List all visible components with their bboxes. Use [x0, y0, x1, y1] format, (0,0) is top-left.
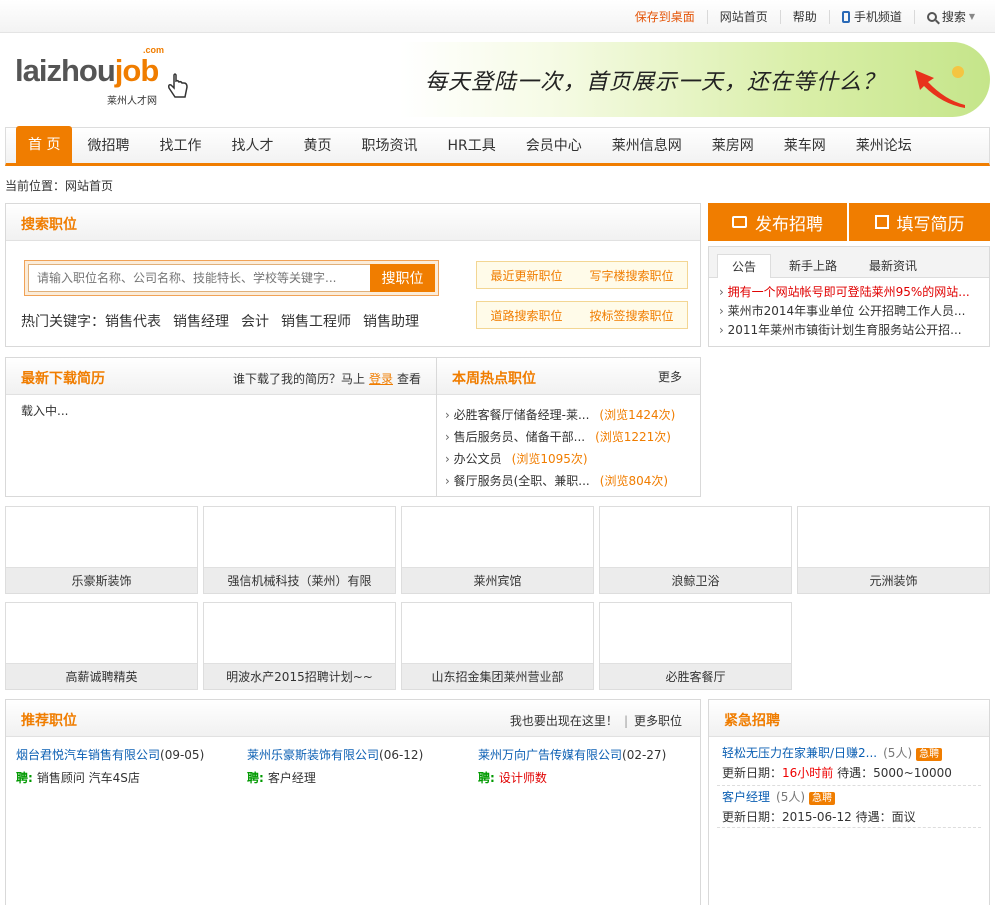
- company-tile[interactable]: 高薪诚聘精英: [5, 602, 198, 690]
- notice-item[interactable]: 2011年莱州市镇街计划生育服务站公开招...: [719, 321, 970, 340]
- main-nav: 首 页 微招聘 找工作 找人才 黄页 职场资讯 HR工具 会员中心 莱州信息网 …: [5, 125, 990, 166]
- phone-icon: [841, 11, 850, 23]
- site-home-link[interactable]: 网站首页: [706, 10, 780, 24]
- company-tile[interactable]: 必胜客餐厅: [599, 602, 792, 690]
- notice-item[interactable]: 莱州市2014年事业单位 公开招聘工作人员...: [719, 302, 970, 321]
- hot-job-item[interactable]: 办公文员(浏览1095次): [445, 448, 675, 470]
- breadcrumb: 当前位置：网站首页: [5, 179, 114, 193]
- nav-item-cars[interactable]: 莱车网: [769, 127, 841, 165]
- resume-downloads-panel: 最新下载简历 谁下载了我的简历？马上 登录 查看 载入中...: [5, 357, 437, 497]
- urgent-job-item: 轻松无压力在家兼职/日赚2... (5人) 急聘 更新日期：16小时前 待遇：500…: [722, 746, 952, 780]
- nav-item-hr-tools[interactable]: HR工具: [432, 127, 510, 165]
- loading-text: 载入中...: [21, 404, 69, 418]
- company-tile[interactable]: 明波水产2015招聘计划~~: [203, 602, 396, 690]
- recommended-company: 烟台君悦汽车销售有限公司(09-05) 聘: 销售顾问 汽车4S店: [16, 748, 205, 785]
- hot-jobs-more-link[interactable]: 更多: [658, 368, 682, 385]
- company-tile[interactable]: 浪鲸卫浴: [599, 506, 792, 594]
- nav-item-yellow-pages[interactable]: 黄页: [288, 127, 346, 165]
- search-panel-title: 搜索职位: [21, 217, 77, 233]
- search-icon: [926, 12, 937, 22]
- nav-item-career-news[interactable]: 职场资讯: [346, 127, 432, 165]
- nav-item-find-job[interactable]: 找工作: [144, 127, 216, 165]
- company-tile[interactable]: 强信机械科技（莱州）有限: [203, 506, 396, 594]
- urgent-hiring-panel: 紧急招聘 轻松无压力在家兼职/日赚2... (5人) 急聘 更新日期：16小时前 待…: [708, 699, 990, 905]
- recommended-jobs-title: 推荐职位: [21, 713, 77, 729]
- nav-item-wechat-jobs[interactable]: 微招聘: [72, 127, 144, 165]
- mobile-channel-link[interactable]: 手机频道: [828, 10, 914, 24]
- appear-here-link[interactable]: 我也要出现在这里！: [510, 714, 618, 728]
- write-resume-button[interactable]: 填写简历: [849, 203, 990, 241]
- nav-item-laizhou-info[interactable]: 莱州信息网: [597, 127, 697, 165]
- pointer-hand-icon: [168, 73, 188, 98]
- resume-downloads-title: 最新下载简历: [21, 371, 105, 387]
- recommended-company: 莱州万向广告传媒有限公司(02-27) 聘: 设计师数: [478, 748, 667, 785]
- company-tile[interactable]: 乐豪斯装饰: [5, 506, 198, 594]
- recommended-company: 莱州乐豪斯装饰有限公司(06-12) 聘: 客户经理: [247, 748, 424, 785]
- nav-item-find-talent[interactable]: 找人才: [216, 127, 288, 165]
- hot-job-item[interactable]: 餐厅服务员(全职、兼职...(浏览804次): [445, 470, 675, 492]
- search-panel: 搜索职位 搜职位 热门关键字：销售代表销售经理会计销售工程师销售助理 最近更新职…: [5, 203, 701, 347]
- hot-jobs-list: 必胜客餐厅储备经理-莱...(浏览1424次) 售后服务员、储备干部...(浏览…: [445, 404, 676, 492]
- urgent-badge: 急聘: [916, 748, 943, 761]
- nav-item-housing[interactable]: 莱房网: [697, 127, 769, 165]
- help-link[interactable]: 帮助: [779, 10, 829, 24]
- more-jobs-link[interactable]: 更多职位: [634, 714, 682, 728]
- quick-search-row-2: 道路搜索职位 按标签搜索职位: [476, 301, 688, 329]
- hot-keyword[interactable]: 销售经理: [173, 314, 229, 330]
- company-tile[interactable]: 山东招金集团莱州营业部: [401, 602, 594, 690]
- tab-announcements[interactable]: 公告: [717, 254, 772, 278]
- recent-jobs-link[interactable]: 最近更新职位: [490, 267, 562, 284]
- chat-icon: [732, 216, 747, 228]
- login-link[interactable]: 登录: [369, 372, 393, 386]
- top-bar: 保存到桌面 网站首页 帮助 手机频道 搜索 ▼: [0, 0, 995, 33]
- company-tile[interactable]: 莱州宾馆: [401, 506, 594, 594]
- hot-job-item[interactable]: 必胜客餐厅储备经理-莱...(浏览1424次): [445, 404, 676, 426]
- recommended-jobs-panel: 推荐职位 我也要出现在这里！ | 更多职位 烟台君悦汽车销售有限公司(09-05) …: [5, 699, 701, 905]
- notice-tabs: 公告 新手上路 最新资讯: [717, 254, 935, 278]
- notice-item[interactable]: 拥有一个网站帐号即可登陆莱州95%的网站...: [719, 283, 970, 302]
- hot-jobs-title: 本周热点职位: [452, 371, 536, 387]
- hot-job-item[interactable]: 售后服务员、储备干部...(浏览1221次): [445, 426, 675, 448]
- tab-latest-news[interactable]: 最新资讯: [855, 254, 931, 278]
- hot-jobs-panel: 本周热点职位 更多 必胜客餐厅储备经理-莱...(浏览1424次) 售后服务员、…: [436, 357, 701, 497]
- top-links: 保存到桌面 网站首页 帮助 手机频道 搜索 ▼: [623, 10, 987, 24]
- hot-keywords: 热门关键字：销售代表 销售经理 会计 销售工程师 销售助理: [21, 314, 419, 330]
- urgent-hiring-title: 紧急招聘: [724, 713, 780, 729]
- nav-item-forum[interactable]: 莱州论坛: [841, 127, 927, 165]
- tab-beginners[interactable]: 新手上路: [775, 254, 851, 278]
- notice-panel: 公告 新手上路 最新资讯 拥有一个网站帐号即可登陆莱州95%的网站... 莱州市…: [708, 246, 990, 347]
- save-to-desktop-link[interactable]: 保存到桌面: [623, 10, 707, 24]
- road-search-link[interactable]: 道路搜索职位: [490, 307, 562, 324]
- hot-keyword[interactable]: 销售工程师: [281, 314, 351, 330]
- office-building-search-link[interactable]: 写字楼搜索职位: [589, 267, 673, 284]
- company-tile[interactable]: 元洲装饰: [797, 506, 990, 594]
- hot-keyword[interactable]: 销售助理: [363, 314, 419, 330]
- promo-banner[interactable]: 每天登陆一次，首页展示一天，还在等什么？: [400, 42, 990, 117]
- post-job-button[interactable]: 发布招聘: [708, 203, 847, 241]
- tag-search-link[interactable]: 按标签搜索职位: [589, 307, 673, 324]
- urgent-job-item: 客户经理 (5人) 急聘 更新日期：2015-06-12 待遇：面议: [722, 790, 916, 824]
- job-search-form: 搜职位: [24, 260, 439, 296]
- caret-down-icon: ▼: [968, 12, 975, 21]
- hot-keyword[interactable]: 会计: [241, 314, 269, 330]
- urgent-badge: 急聘: [809, 792, 836, 805]
- red-arrow-icon: [915, 66, 965, 108]
- search-menu[interactable]: 搜索 ▼: [913, 10, 987, 24]
- site-logo[interactable]: .com laizhoujob 莱州人才网: [15, 45, 195, 107]
- quick-search-row-1: 最近更新职位 写字楼搜索职位: [476, 261, 688, 289]
- job-search-input[interactable]: [28, 264, 370, 292]
- notice-list: 拥有一个网站帐号即可登陆莱州95%的网站... 莱州市2014年事业单位 公开招…: [719, 283, 970, 340]
- nav-item-member-center[interactable]: 会员中心: [511, 127, 597, 165]
- edit-icon: [874, 215, 889, 229]
- hot-keyword[interactable]: 销售代表: [105, 314, 161, 330]
- logo-wordmark: laizhoujob: [15, 53, 159, 88]
- search-jobs-button[interactable]: 搜职位: [370, 264, 435, 292]
- nav-item-home[interactable]: 首 页: [16, 125, 73, 164]
